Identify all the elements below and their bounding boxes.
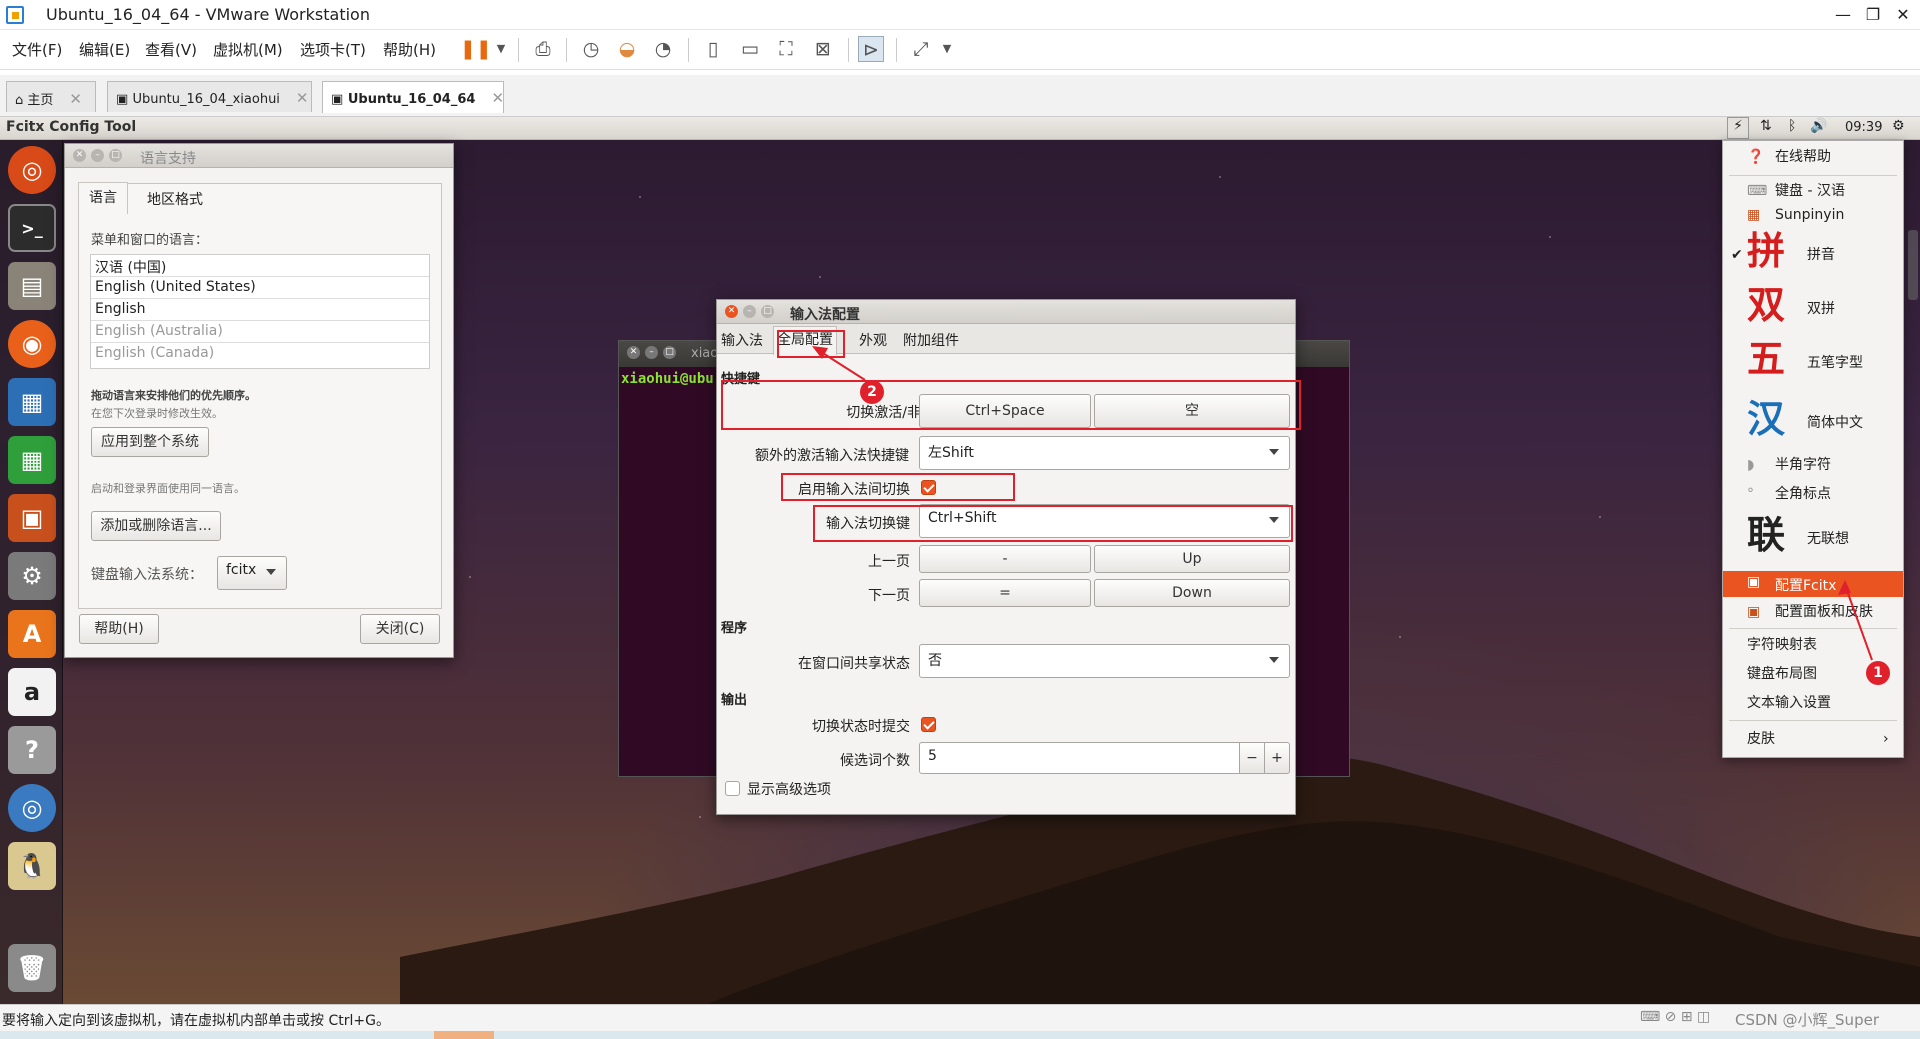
bottom-strip bbox=[0, 1031, 1920, 1039]
arrow-2-head bbox=[812, 346, 828, 359]
annotation-marker-2: 2 bbox=[860, 380, 884, 404]
watermark: CSDN @小辉_Super bbox=[1735, 1011, 1879, 1029]
status-message: 要将输入定向到该虚拟机，请在虚拟机内部单击或按 Ctrl+G。 bbox=[2, 1013, 390, 1029]
progress-segment bbox=[434, 1031, 494, 1039]
arrow-1 bbox=[1844, 584, 1873, 661]
device-icons[interactable]: ⌨ ⊘ ⊞ ◫ bbox=[1640, 1009, 1710, 1025]
scrollbar-thumb[interactable] bbox=[1908, 230, 1918, 300]
annotation-marker-1: 1 bbox=[1866, 661, 1890, 685]
vmware-statusbar: 要将输入定向到该虚拟机，请在虚拟机内部单击或按 Ctrl+G。 ⌨ ⊘ ⊞ ◫ … bbox=[0, 1004, 1920, 1031]
arrow-1-head bbox=[1838, 580, 1851, 595]
annotation-arrows bbox=[812, 346, 1873, 661]
arrow-2 bbox=[817, 349, 866, 381]
